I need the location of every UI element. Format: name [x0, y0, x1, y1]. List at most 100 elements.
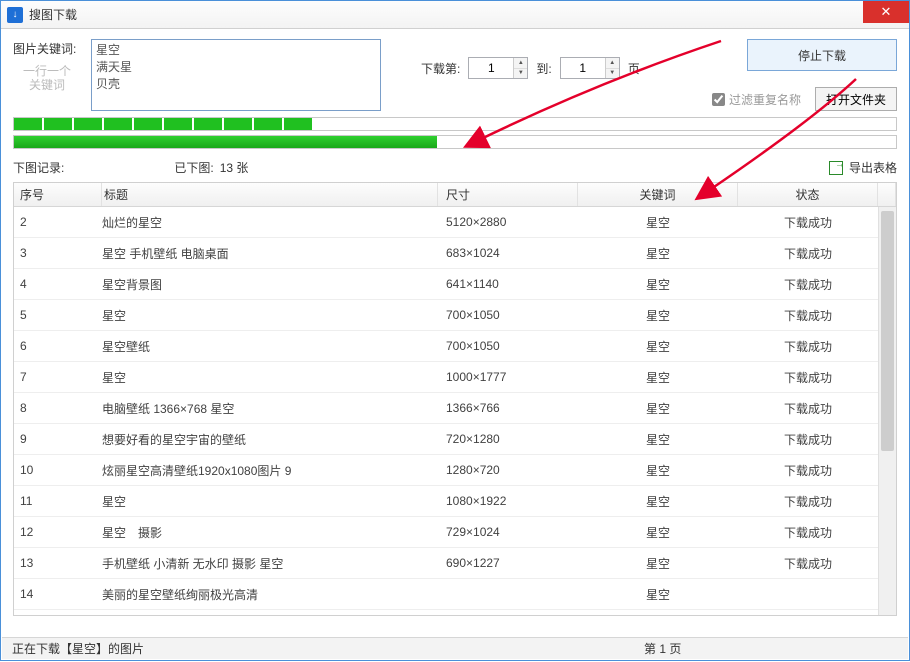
- cell-index: 6: [14, 339, 102, 353]
- cell-title: 星空: [102, 369, 438, 386]
- stop-download-button[interactable]: 停止下载: [747, 39, 897, 71]
- filter-duplicate-checkbox[interactable]: 过滤重复名称: [712, 91, 801, 108]
- close-icon: ✕: [881, 4, 892, 20]
- keyword-label-column: 图片关键词: 一行一个 关键词: [13, 39, 81, 93]
- table-row[interactable]: 4星空背景图641×1140星空下载成功: [14, 269, 896, 300]
- keyword-hint: 一行一个 关键词: [13, 64, 81, 93]
- cell-size: 5120×2880: [438, 215, 578, 229]
- table-row[interactable]: 14美丽的星空壁纸绚丽极光高清 星空: [14, 579, 896, 610]
- table-row[interactable]: 12星空 摄影729×1024星空下载成功: [14, 517, 896, 548]
- cell-status: 下载成功: [738, 307, 878, 324]
- cell-index: 5: [14, 308, 102, 322]
- cell-keyword: 星空: [578, 524, 738, 541]
- col-header-size[interactable]: 尺寸: [438, 183, 578, 206]
- vertical-scrollbar[interactable]: [878, 207, 896, 615]
- export-label: 导出表格: [849, 159, 897, 176]
- progress-bar-top: [13, 117, 897, 131]
- cell-index: 2: [14, 215, 102, 229]
- cell-title: 星空 手机壁纸 电脑桌面: [102, 245, 438, 262]
- keyword-label: 图片关键词:: [13, 41, 81, 58]
- cell-size: 683×1024: [438, 246, 578, 260]
- cell-status: 下载成功: [738, 400, 878, 417]
- cell-title: 星空: [102, 307, 438, 324]
- cell-title: 美丽的星空壁纸绚丽极光高清: [102, 586, 438, 603]
- cell-size: 1080×1922: [438, 494, 578, 508]
- window-title: 搜图下载: [29, 6, 77, 23]
- cell-keyword: 星空: [578, 307, 738, 324]
- cell-title: 电脑壁纸 1366×768 星空: [102, 400, 438, 417]
- cell-size: 1366×766: [438, 401, 578, 415]
- page-from-up[interactable]: ▲: [514, 58, 527, 69]
- records-label: 下图记录:: [13, 159, 64, 176]
- cell-index: 4: [14, 277, 102, 291]
- cell-status: 下载成功: [738, 369, 878, 386]
- keyword-textarea[interactable]: 星空 满天星 贝壳: [91, 39, 381, 111]
- records-table: 序号 标题 尺寸 关键词 状态 2灿烂的星空5120×2880星空下载成功3星空…: [13, 182, 897, 616]
- cell-size: 690×1227: [438, 556, 578, 570]
- page-from-down[interactable]: ▼: [514, 69, 527, 79]
- table-row[interactable]: 8电脑壁纸 1366×768 星空1366×766星空下载成功: [14, 393, 896, 424]
- table-body: 2灿烂的星空5120×2880星空下载成功3星空 手机壁纸 电脑桌面683×10…: [14, 207, 896, 615]
- filter-duplicate-input[interactable]: [712, 93, 725, 106]
- cell-title: 灿烂的星空: [102, 214, 438, 231]
- table-row[interactable]: 3星空 手机壁纸 电脑桌面683×1024星空下载成功: [14, 238, 896, 269]
- page-from-input[interactable]: [469, 58, 513, 78]
- page-to-spinner[interactable]: ▲ ▼: [560, 57, 620, 79]
- cell-title: 星空: [102, 493, 438, 510]
- cell-size: 700×1050: [438, 339, 578, 353]
- top-right-column: 停止下载 过滤重复名称 打开文件夹: [712, 39, 897, 111]
- cell-title: 炫丽星空高清壁纸1920x1080图片 9: [102, 462, 438, 479]
- close-button[interactable]: ✕: [863, 1, 909, 23]
- page-range: 下载第: ▲ ▼ 到: ▲ ▼ 页: [421, 57, 640, 79]
- table-row[interactable]: 10炫丽星空高清壁纸1920x1080图片 91280×720星空下载成功: [14, 455, 896, 486]
- table-row[interactable]: 7星空1000×1777星空下载成功: [14, 362, 896, 393]
- page-unit-label: 页: [628, 60, 640, 77]
- col-header-status[interactable]: 状态: [738, 183, 878, 206]
- cell-index: 10: [14, 463, 102, 477]
- col-header-title[interactable]: 标题: [102, 183, 438, 206]
- cell-size: 641×1140: [438, 277, 578, 291]
- records-header: 下图记录: 已下图: 13 张 导出表格: [1, 153, 909, 182]
- cell-index: 8: [14, 401, 102, 415]
- col-header-keyword[interactable]: 关键词: [578, 183, 738, 206]
- status-left: 正在下载【星空】的图片: [12, 640, 144, 657]
- cell-status: 下载成功: [738, 431, 878, 448]
- cell-status: 下载成功: [738, 555, 878, 572]
- progress-bar-bottom: [13, 135, 897, 149]
- cell-index: 14: [14, 587, 102, 601]
- cell-keyword: 星空: [578, 369, 738, 386]
- table-row[interactable]: 6星空壁纸700×1050星空下载成功: [14, 331, 896, 362]
- cell-index: 13: [14, 556, 102, 570]
- table-row[interactable]: 2灿烂的星空5120×2880星空下载成功: [14, 207, 896, 238]
- cell-keyword: 星空: [578, 586, 738, 603]
- page-from-spinner[interactable]: ▲ ▼: [468, 57, 528, 79]
- cell-index: 7: [14, 370, 102, 384]
- cell-status: 下载成功: [738, 245, 878, 262]
- table-header: 序号 标题 尺寸 关键词 状态: [14, 183, 896, 207]
- top-panel: 图片关键词: 一行一个 关键词 星空 满天星 贝壳 下载第: ▲ ▼ 到: ▲ …: [1, 29, 909, 117]
- app-icon: ↓: [7, 7, 23, 23]
- cell-size: 720×1280: [438, 432, 578, 446]
- status-bar: 正在下载【星空】的图片 第 1 页: [2, 637, 908, 659]
- export-table-button[interactable]: 导出表格: [829, 159, 897, 176]
- scrollbar-thumb[interactable]: [881, 211, 894, 451]
- page-to-down[interactable]: ▼: [606, 69, 619, 79]
- cell-title: 星空壁纸: [102, 338, 438, 355]
- cell-keyword: 星空: [578, 214, 738, 231]
- cell-size: 729×1024: [438, 525, 578, 539]
- page-to-input[interactable]: [561, 58, 605, 78]
- cell-title: 想要好看的星空宇宙的壁纸: [102, 431, 438, 448]
- cell-title: 手机壁纸 小清新 无水印 摄影 星空: [102, 555, 438, 572]
- cell-size: 1000×1777: [438, 370, 578, 384]
- downloaded-count: 13 张: [220, 159, 249, 176]
- table-row[interactable]: 9想要好看的星空宇宙的壁纸720×1280星空下载成功: [14, 424, 896, 455]
- page-to-up[interactable]: ▲: [606, 58, 619, 69]
- col-header-index[interactable]: 序号: [14, 183, 102, 206]
- cell-keyword: 星空: [578, 431, 738, 448]
- open-folder-button[interactable]: 打开文件夹: [815, 87, 897, 111]
- cell-status: 下载成功: [738, 214, 878, 231]
- table-row[interactable]: 5星空700×1050星空下载成功: [14, 300, 896, 331]
- cell-keyword: 星空: [578, 400, 738, 417]
- table-row[interactable]: 13手机壁纸 小清新 无水印 摄影 星空690×1227星空下载成功: [14, 548, 896, 579]
- table-row[interactable]: 11星空1080×1922星空下载成功: [14, 486, 896, 517]
